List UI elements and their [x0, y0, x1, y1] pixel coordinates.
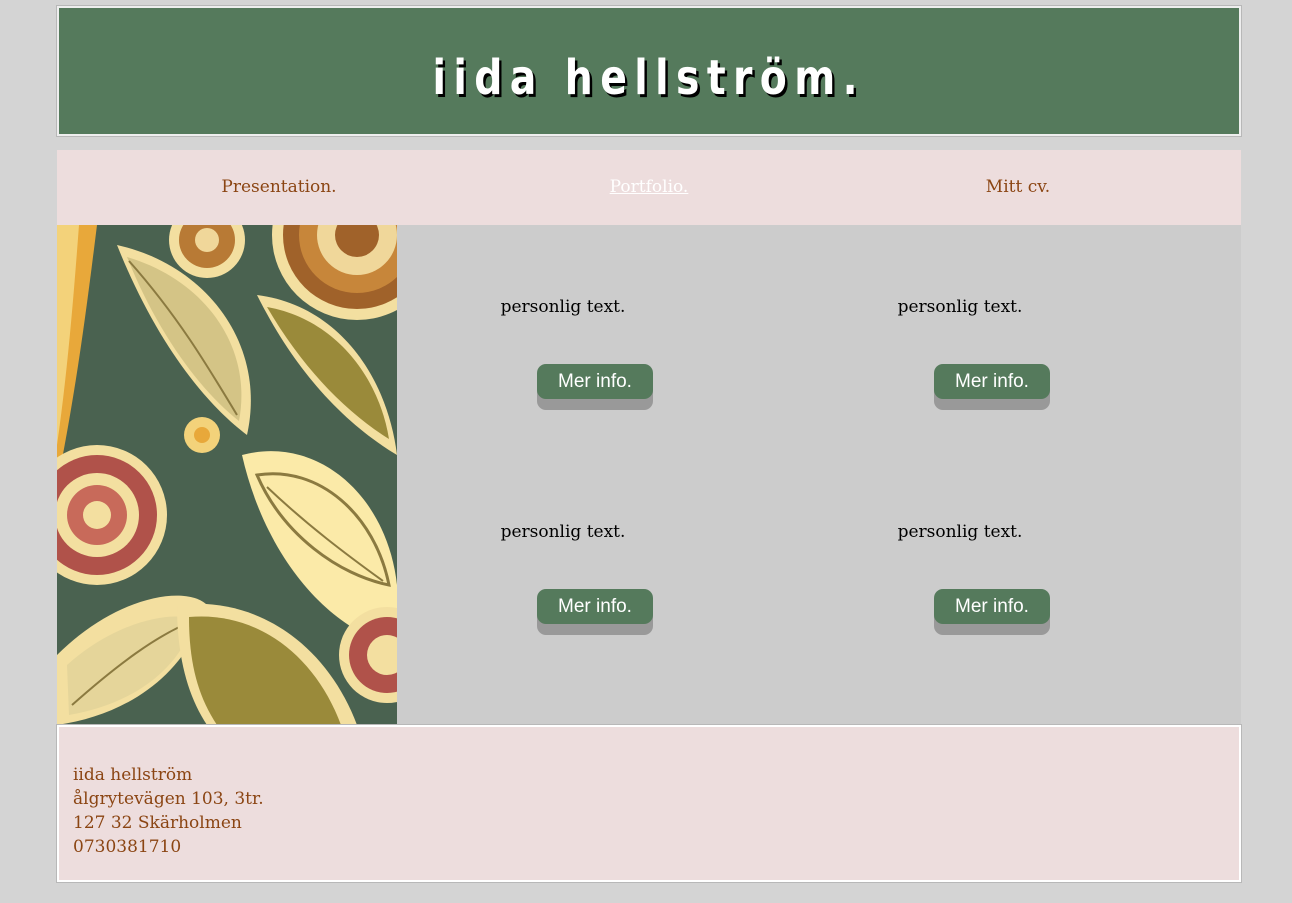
mer-info-button-3[interactable]: Mer info.	[537, 589, 653, 624]
mer-info-button-1[interactable]: Mer info.	[537, 364, 653, 399]
nav-link-presentation[interactable]: Presentation.	[221, 177, 336, 197]
card-text-4: personlig text.	[897, 522, 1023, 542]
mer-info-button-2[interactable]: Mer info.	[934, 364, 1050, 399]
card-text-3: personlig text.	[500, 522, 626, 542]
card-text-2: personlig text.	[897, 297, 1023, 317]
mer-info-button-4[interactable]: Mer info.	[934, 589, 1050, 624]
contact-address: iida hellström ålgrytevägen 103, 3tr. 12…	[73, 763, 264, 859]
footer-city: 127 32 Skärholmen	[73, 813, 242, 833]
paisley-pattern-image	[57, 225, 397, 725]
nav-link-mitt-cv[interactable]: Mitt cv.	[986, 177, 1050, 197]
portfolio-section: personlig text. Mer info. personlig text…	[57, 225, 1241, 725]
footer-phone: 0730381710	[73, 837, 182, 857]
footer-street: ålgrytevägen 103, 3tr.	[73, 789, 264, 809]
site-header: iida hellström.	[56, 5, 1242, 137]
card-text-1: personlig text.	[500, 297, 626, 317]
footer-name: iida hellström	[73, 765, 193, 785]
nav-link-portfolio[interactable]: Portfolio.	[610, 177, 689, 197]
site-footer: iida hellström ålgrytevägen 103, 3tr. 12…	[56, 724, 1242, 883]
main-nav: Presentation. Portfolio. Mitt cv.	[57, 150, 1241, 225]
site-title: iida hellström.	[432, 50, 866, 106]
